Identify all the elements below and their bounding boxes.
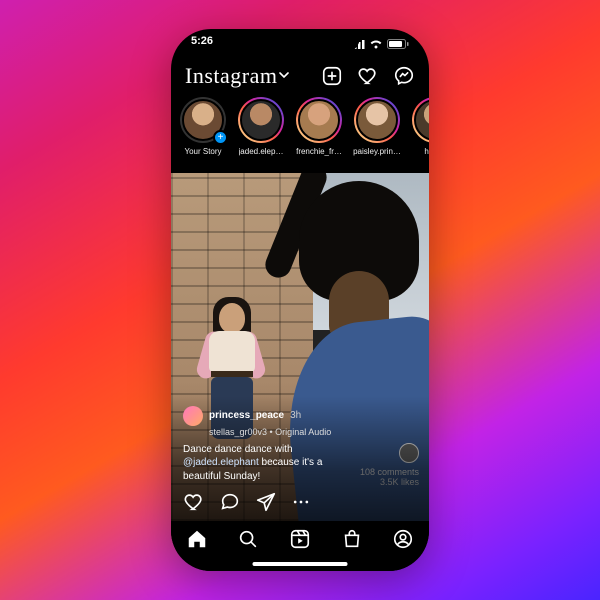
more-button[interactable] — [291, 492, 311, 512]
app-header: Instagram — [171, 59, 429, 93]
mention-link[interactable]: @jaded.elephant — [183, 457, 259, 468]
story-item[interactable]: paisley.prin… — [353, 97, 401, 173]
share-button[interactable] — [255, 491, 277, 513]
nav-home-icon[interactable] — [186, 528, 208, 555]
feed-reel[interactable]: 108 comments 3.5K likes princess_peace 3… — [171, 173, 429, 521]
like-button[interactable] — [183, 491, 205, 513]
messenger-button[interactable] — [393, 65, 415, 87]
battery-icon — [387, 39, 409, 49]
new-post-button[interactable] — [321, 65, 343, 87]
home-indicator[interactable] — [253, 562, 348, 566]
device-notch — [240, 29, 360, 53]
status-time: 5:26 — [191, 35, 213, 53]
nav-search-icon[interactable] — [237, 528, 259, 555]
plus-icon: + — [213, 130, 228, 145]
wifi-icon — [369, 39, 383, 49]
gradient-background: 5:26 Instagram + — [0, 0, 600, 600]
author-avatar[interactable] — [183, 406, 203, 426]
phone-frame: 5:26 Instagram + — [171, 29, 429, 571]
chevron-down-icon[interactable] — [279, 67, 289, 85]
post-overlay: princess_peace 3h stellas_gr00v3 • Origi… — [171, 396, 429, 522]
stories-tray[interactable]: + Your Story jaded.elep… frenchie_fr… pa… — [171, 97, 429, 173]
post-age: 3h — [290, 410, 301, 421]
story-item[interactable]: jaded.elep… — [237, 97, 285, 173]
comment-button[interactable] — [219, 491, 241, 513]
story-your-story[interactable]: + Your Story — [179, 97, 227, 173]
audio-attribution[interactable]: stellas_gr00v3 • Original Audio — [209, 427, 417, 437]
story-item[interactable]: hea… — [411, 97, 429, 173]
activity-heart-button[interactable] — [357, 65, 379, 87]
author-username[interactable]: princess_peace — [209, 410, 284, 421]
instagram-logo[interactable]: Instagram — [185, 63, 277, 89]
nav-profile-icon[interactable] — [392, 528, 414, 555]
story-item[interactable]: frenchie_fr… — [295, 97, 343, 173]
nav-shop-icon[interactable] — [341, 528, 363, 555]
post-caption: Dance dance dance with @jaded.elephant b… — [183, 443, 353, 484]
nav-reels-icon[interactable] — [289, 528, 311, 555]
